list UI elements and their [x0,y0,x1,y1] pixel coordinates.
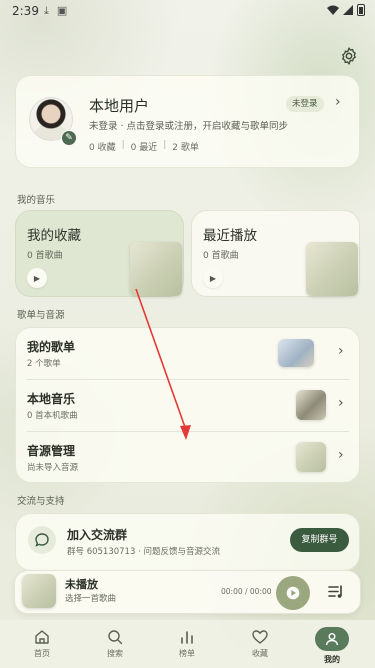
recent-cover [306,242,358,296]
community-subtitle: 群号 605130713 · 问题反馈与音源交流 [67,547,220,557]
nav-search[interactable]: 搜索 [85,628,145,659]
wifi-icon [327,5,339,15]
signal-icon [343,5,353,15]
status-notification-icons: ⤓ ▣ [44,4,67,18]
chevron-right-icon: › [338,447,344,463]
status-right [327,4,365,16]
community-title: 加入交流群 [67,528,128,542]
player-cover [22,574,56,608]
nav-home-label: 首页 [34,649,50,658]
chat-bubble-icon [28,526,56,554]
chevron-right-icon: › [338,395,344,411]
playlist-queue-icon[interactable] [327,583,345,601]
stat-favorites: 0 收藏 [89,143,116,153]
settings-gear-icon[interactable] [339,46,359,66]
user-description: 未登录 · 点击登录或注册，开启收藏与歌单同步 [89,121,289,132]
user-name: 本地用户 [89,97,150,115]
chevron-right-icon[interactable]: › [335,94,341,110]
nav-home[interactable]: 首页 [12,628,72,659]
search-icon [108,630,123,645]
my-playlists-cover [278,339,314,367]
nav-charts[interactable]: 榜单 [157,628,217,659]
player-track-subtitle: 选择一首歌曲 [65,594,117,604]
nav-favorites-label: 收藏 [252,649,268,658]
nav-active-indicator [315,627,349,651]
chevron-right-icon: › [338,343,344,359]
local-music-count: 0 首本机歌曲 [27,411,78,421]
source-management-title: 音源管理 [27,444,76,458]
stat-separator: | [163,140,167,150]
copy-group-number-button[interactable]: 复制群号 [290,528,349,552]
stat-playlists: 2 歌单 [172,143,199,153]
nav-favorites[interactable]: 收藏 [230,628,290,659]
chart-icon [181,631,193,644]
nav-charts-label: 榜单 [179,649,195,658]
player-track-title: 未播放 [65,578,98,591]
user-icon-active [325,633,339,646]
section-playlists-sources: 歌单与音源 [17,310,65,321]
favorites-play-icon[interactable]: ▶ [27,268,47,288]
section-community: 交流与支持 [17,496,65,507]
source-management-status: 尚未导入音源 [27,463,79,473]
nav-profile-label[interactable]: 我的 [302,654,362,665]
download-icon: ⤓ [44,4,49,17]
status-time: 2:39 [12,4,39,18]
login-status-badge: 未登录 [286,96,324,112]
stat-recent: 0 最近 [130,143,158,153]
local-music-cover [296,390,326,420]
image-icon: ▣ [56,4,68,17]
user-stats: 0 收藏 | 0 最近 | 2 歌单 [89,140,199,153]
stat-separator: | [121,140,125,150]
source-management-cover [296,442,326,472]
home-icon [35,630,49,644]
recent-play-icon[interactable]: ▶ [203,268,223,288]
my-playlists-count: 2 个歌单 [27,359,61,369]
player-time: 00:00 / 00:00 [221,587,272,596]
edit-avatar-icon[interactable]: ✎ [61,130,77,146]
favorites-title: 我的收藏 [27,228,81,244]
play-button[interactable] [276,576,310,610]
local-music-title: 本地音乐 [27,392,76,406]
nav-search-label: 搜索 [107,649,123,658]
heart-icon [252,630,268,644]
favorites-count: 0 首歌曲 [27,251,63,261]
battery-icon [357,4,365,16]
section-my-music: 我的音乐 [17,195,56,206]
play-icon [286,586,300,600]
recent-title: 最近播放 [203,228,257,244]
favorites-cover [130,242,182,296]
my-playlists-title: 我的歌单 [27,340,76,354]
recent-count: 0 首歌曲 [203,251,239,261]
